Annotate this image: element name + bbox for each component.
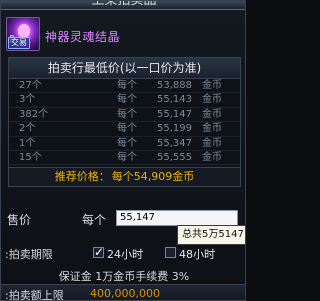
row-quantity: 382个 bbox=[19, 108, 49, 120]
row-currency: 金币 bbox=[202, 137, 222, 149]
item-icon-slot[interactable]: 交易 bbox=[6, 17, 40, 51]
price-input[interactable]: 55,147 bbox=[116, 210, 238, 226]
row-quantity: 2个 bbox=[19, 123, 36, 135]
price-row[interactable]: 3个 每个 55,143 金币 bbox=[9, 93, 240, 108]
price-row[interactable]: 382个 每个 55,147 金币 bbox=[9, 108, 240, 123]
row-price: 53,888 bbox=[157, 80, 192, 91]
trade-badge: 交易 bbox=[8, 37, 30, 49]
duration-48h-checkbox[interactable] bbox=[165, 247, 176, 258]
row-price: 55,143 bbox=[157, 94, 192, 106]
recommended-price: 推荐价格： 每个54,909金币 bbox=[9, 167, 240, 186]
price-label: 售价 bbox=[7, 213, 32, 227]
auction-limit-label: :拍卖额上限 bbox=[5, 289, 64, 301]
each-label: 每个 bbox=[82, 213, 107, 227]
row-price: 55,555 bbox=[157, 151, 192, 163]
row-each-label: 每个 bbox=[117, 151, 137, 163]
row-each-label: 每个 bbox=[117, 123, 137, 135]
auction-listing-panel: 上架拍卖品 交易 神器灵魂结晶 拍卖行最低价(以一口价为准) 27个 每个 53… bbox=[0, 0, 246, 301]
duration-label: :拍卖期限 bbox=[5, 248, 53, 261]
row-quantity: 15个 bbox=[19, 151, 42, 163]
deposit-fee-text: 保证金 1万金币手续费 3% bbox=[58, 270, 190, 283]
recommended-price-label: 推荐价格： bbox=[54, 170, 110, 183]
row-quantity: 3个 bbox=[19, 94, 36, 106]
row-currency: 金币 bbox=[202, 94, 222, 106]
recommended-price-value: 每个54,909金币 bbox=[111, 170, 195, 183]
row-quantity: 1个 bbox=[19, 137, 36, 149]
row-each-label: 每个 bbox=[117, 108, 137, 120]
row-quantity: 27个 bbox=[19, 80, 42, 91]
price-row[interactable]: 2个 每个 55,199 金币 bbox=[9, 122, 240, 137]
row-currency: 金币 bbox=[202, 123, 222, 135]
row-currency: 金币 bbox=[202, 80, 222, 91]
title-bar[interactable]: 上架拍卖品 bbox=[1, 0, 245, 10]
duration-24h-checkbox[interactable] bbox=[93, 245, 104, 259]
duration-48h-label[interactable]: 48小时 bbox=[179, 246, 215, 262]
row-each-label: 每个 bbox=[117, 137, 137, 149]
auction-limit-value: 400,000,000 bbox=[90, 287, 160, 300]
total-tooltip: 总共5万5147 bbox=[177, 225, 245, 245]
duration-24h-label[interactable]: 24小时 bbox=[107, 246, 143, 262]
row-each-label: 每个 bbox=[117, 80, 137, 91]
row-price: 55,199 bbox=[157, 123, 192, 135]
row-price: 55,347 bbox=[157, 137, 192, 149]
price-row[interactable]: 1个 每个 55,347 金币 bbox=[9, 137, 240, 151]
row-price: 55,147 bbox=[157, 108, 192, 120]
window-title: 上架拍卖品 bbox=[91, 0, 157, 8]
row-currency: 金币 bbox=[202, 108, 222, 120]
price-row[interactable]: 27个 每个 53,888 金币 bbox=[9, 79, 240, 94]
item-name: 神器灵魂结晶 bbox=[45, 30, 121, 44]
price-row[interactable]: 15个 每个 55,555 金币 bbox=[9, 151, 240, 166]
table-header: 拍卖行最低价(以一口价为准) bbox=[9, 58, 240, 79]
auction-limit-bar: :拍卖额上限 400,000,000 bbox=[1, 284, 245, 301]
crystal-icon bbox=[18, 24, 30, 38]
row-each-label: 每个 bbox=[117, 94, 137, 106]
lowest-price-table: 拍卖行最低价(以一口价为准) 27个 每个 53,888 金币 3个 每个 55… bbox=[8, 57, 241, 187]
row-currency: 金币 bbox=[202, 151, 222, 163]
